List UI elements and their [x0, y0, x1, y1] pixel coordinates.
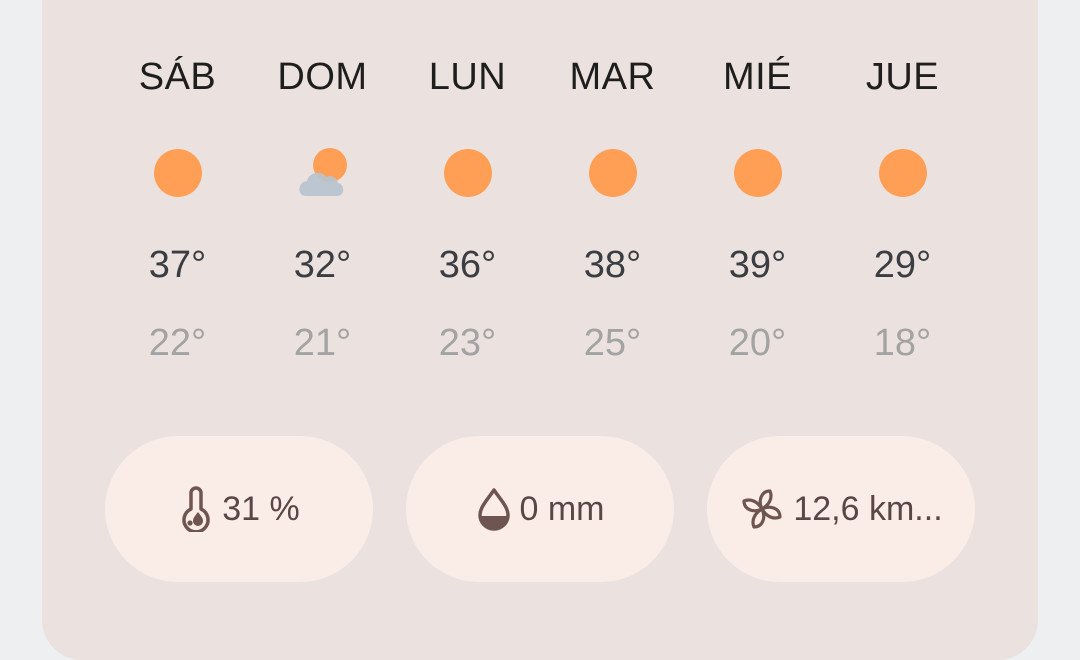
forecast-day[interactable]: DOM 32° 21° [250, 0, 395, 400]
forecast-day[interactable]: MAR 38° 25° [540, 0, 685, 400]
partly-cloudy-icon [250, 148, 395, 198]
day-name: MAR [569, 56, 656, 98]
weather-details: 31 % 0 mm 12,6 km... [105, 436, 975, 582]
day-name: JUE [865, 56, 940, 98]
sun-icon [685, 148, 830, 198]
wind-value: 12,6 km... [793, 489, 943, 528]
high-temperature: 36° [438, 244, 497, 286]
high-temperature: 38° [583, 244, 642, 286]
forecast-day[interactable]: SÁB 37° 22° [105, 0, 250, 400]
high-temperature: 37° [148, 244, 207, 286]
sun-icon [395, 148, 540, 198]
high-temperature: 29° [873, 244, 932, 286]
day-name: LUN [428, 56, 507, 98]
day-name: DOM [277, 56, 368, 98]
precipitation-chip[interactable]: 0 mm [406, 436, 674, 582]
high-temperature: 32° [293, 244, 352, 286]
low-temperature: 25° [583, 322, 642, 364]
low-temperature: 20° [728, 322, 787, 364]
forecast-day[interactable]: MIÉ 39° 20° [685, 0, 830, 400]
forecast-day[interactable]: JUE 29° 18° [830, 0, 975, 400]
day-name: MIÉ [722, 56, 793, 98]
humidity-icon [178, 486, 214, 532]
low-temperature: 18° [873, 322, 932, 364]
high-temperature: 39° [728, 244, 787, 286]
sun-icon [105, 148, 250, 198]
wind-chip[interactable]: 12,6 km... [707, 436, 975, 582]
sun-icon [540, 148, 685, 198]
precipitation-value: 0 mm [519, 489, 605, 528]
low-temperature: 23° [438, 322, 497, 364]
wind-icon [739, 486, 785, 532]
low-temperature: 22° [148, 322, 207, 364]
low-temperature: 21° [293, 322, 352, 364]
forecast-day[interactable]: LUN 36° 23° [395, 0, 540, 400]
daily-forecast: SÁB 37° 22° DOM 32° 21° LUN 36° 23° MAR … [105, 0, 975, 400]
day-name: SÁB [138, 56, 217, 98]
humidity-value: 31 % [222, 489, 300, 528]
sun-icon [830, 148, 975, 198]
raindrop-icon [476, 487, 512, 531]
humidity-chip[interactable]: 31 % [105, 436, 373, 582]
